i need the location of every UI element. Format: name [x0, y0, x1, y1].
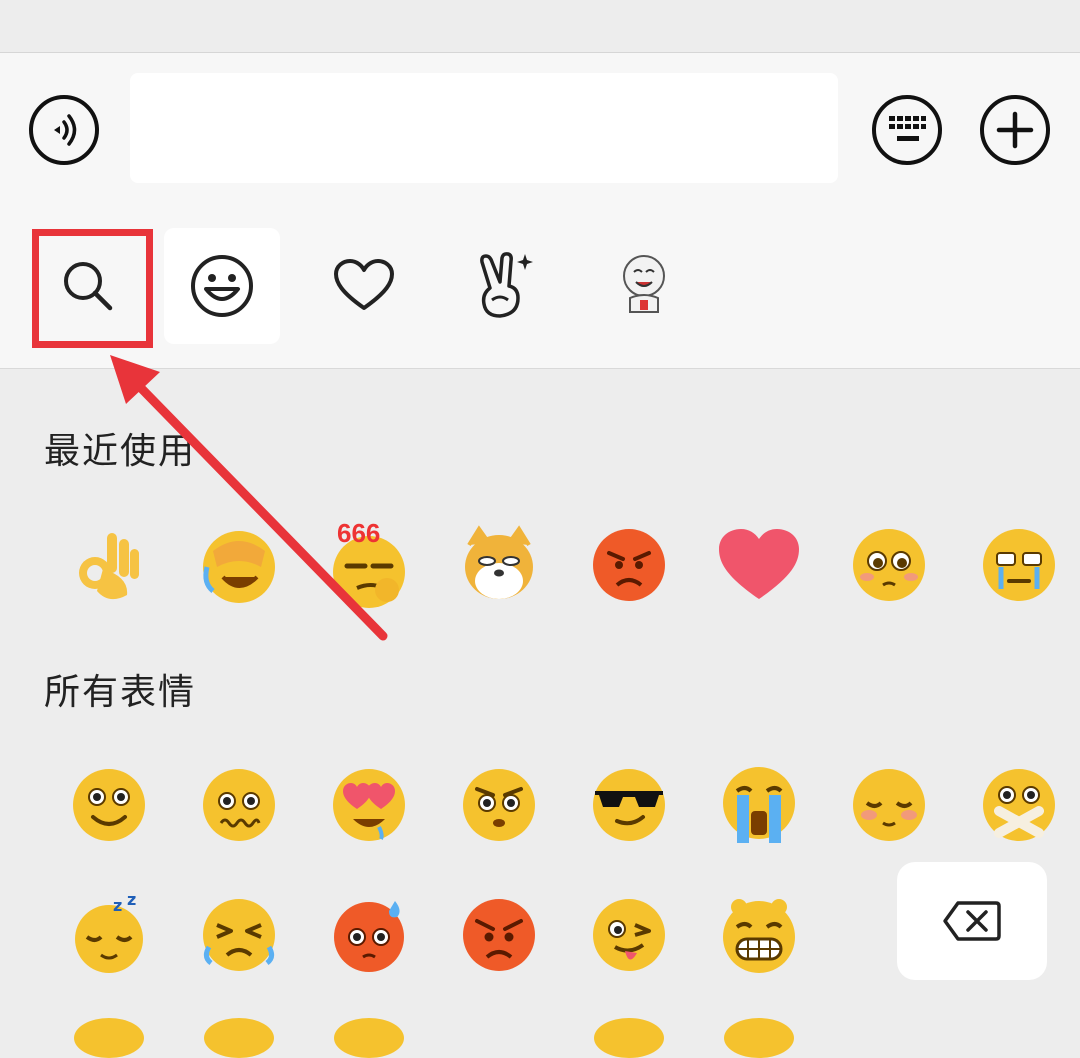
- emoji-grin[interactable]: [694, 870, 824, 1000]
- all-section-title: 所有表情: [44, 672, 197, 713]
- angry-stare-icon: [463, 769, 535, 841]
- emoji-heart[interactable]: [694, 500, 824, 630]
- emoji-tears-of-pain[interactable]: [174, 870, 304, 1000]
- more-button[interactable]: [980, 95, 1050, 165]
- emoji-heart-eyes[interactable]: [304, 740, 434, 870]
- victory-hand-icon: [480, 252, 533, 318]
- smile-icon: [73, 769, 145, 841]
- recent-section-title: 最近使用: [44, 431, 197, 472]
- recent-emoji-grid: 666: [44, 500, 1080, 630]
- angry-red-icon: [463, 899, 535, 971]
- top-strip: [0, 0, 1080, 53]
- svg-text:z: z: [113, 896, 122, 915]
- search-highlight-box: [32, 229, 153, 348]
- keyboard-icon: [889, 116, 926, 141]
- angry-icon: [593, 529, 665, 601]
- emoji-crying[interactable]: [694, 740, 824, 870]
- cool-sunglasses-icon: [593, 769, 665, 841]
- emoji-silent[interactable]: [954, 740, 1080, 870]
- voice-button[interactable]: [29, 95, 99, 165]
- tab-emoji[interactable]: [164, 228, 280, 344]
- sweat-icon: [334, 901, 404, 972]
- emoji-pleading[interactable]: [824, 500, 954, 630]
- smiley-icon: [191, 255, 253, 317]
- emoji-sleepy[interactable]: z z: [44, 870, 174, 1000]
- emoji-sweat[interactable]: [304, 870, 434, 1000]
- tab-sticker-pack[interactable]: [586, 228, 702, 344]
- crying-icon: [723, 767, 795, 843]
- emoji-angry[interactable]: [564, 500, 694, 630]
- emoji-smile[interactable]: [44, 740, 174, 870]
- emoji-awkward[interactable]: [174, 740, 304, 870]
- all-emoji-grid-row-1: [44, 740, 1080, 870]
- emoji-angry-stare[interactable]: [434, 740, 564, 870]
- heart-eyes-icon: [333, 769, 405, 841]
- sticker-pack-icon: [623, 255, 665, 313]
- emoji-doge[interactable]: [434, 500, 564, 630]
- shy-icon: [853, 769, 925, 841]
- red-heart-icon: [719, 529, 799, 599]
- emoji-row-3-peek: [44, 1018, 1080, 1058]
- tongue-wink-icon: [593, 899, 665, 971]
- emoji-cool-sunglasses[interactable]: [564, 740, 694, 870]
- awkward-icon: [203, 769, 275, 841]
- pleading-icon: [853, 529, 925, 601]
- emoji-666-smirk[interactable]: 666: [304, 500, 434, 630]
- emoji-facepalm-laugh[interactable]: [174, 500, 304, 630]
- emoji-angry-red[interactable]: [434, 870, 564, 1000]
- ok-hand-icon: [79, 533, 139, 600]
- backspace-icon: [943, 901, 1001, 941]
- facepalm-laugh-icon: [203, 531, 275, 603]
- grin-icon: [723, 899, 795, 973]
- emoji-shy[interactable]: [824, 740, 954, 870]
- tab-stickers[interactable]: [446, 228, 562, 344]
- tab-favorites[interactable]: [306, 228, 422, 344]
- voice-icon: [54, 114, 77, 146]
- silent-icon: [983, 769, 1055, 841]
- keyboard-button[interactable]: [872, 95, 942, 165]
- badge-666: 666: [337, 518, 381, 548]
- heart-icon: [334, 259, 394, 310]
- emoji-tongue-wink[interactable]: [564, 870, 694, 1000]
- tears-of-pain-icon: [203, 899, 275, 971]
- emoji-tearful-grin[interactable]: [954, 500, 1080, 630]
- tearful-grin-icon: [983, 529, 1055, 601]
- backspace-button[interactable]: [897, 862, 1047, 980]
- doge-icon: [465, 525, 533, 599]
- emoji-ok-hand[interactable]: [44, 500, 174, 630]
- message-input[interactable]: [130, 73, 838, 183]
- plus-icon: [996, 111, 1034, 149]
- svg-text:z: z: [127, 895, 136, 909]
- sleepy-icon: z z: [75, 895, 143, 973]
